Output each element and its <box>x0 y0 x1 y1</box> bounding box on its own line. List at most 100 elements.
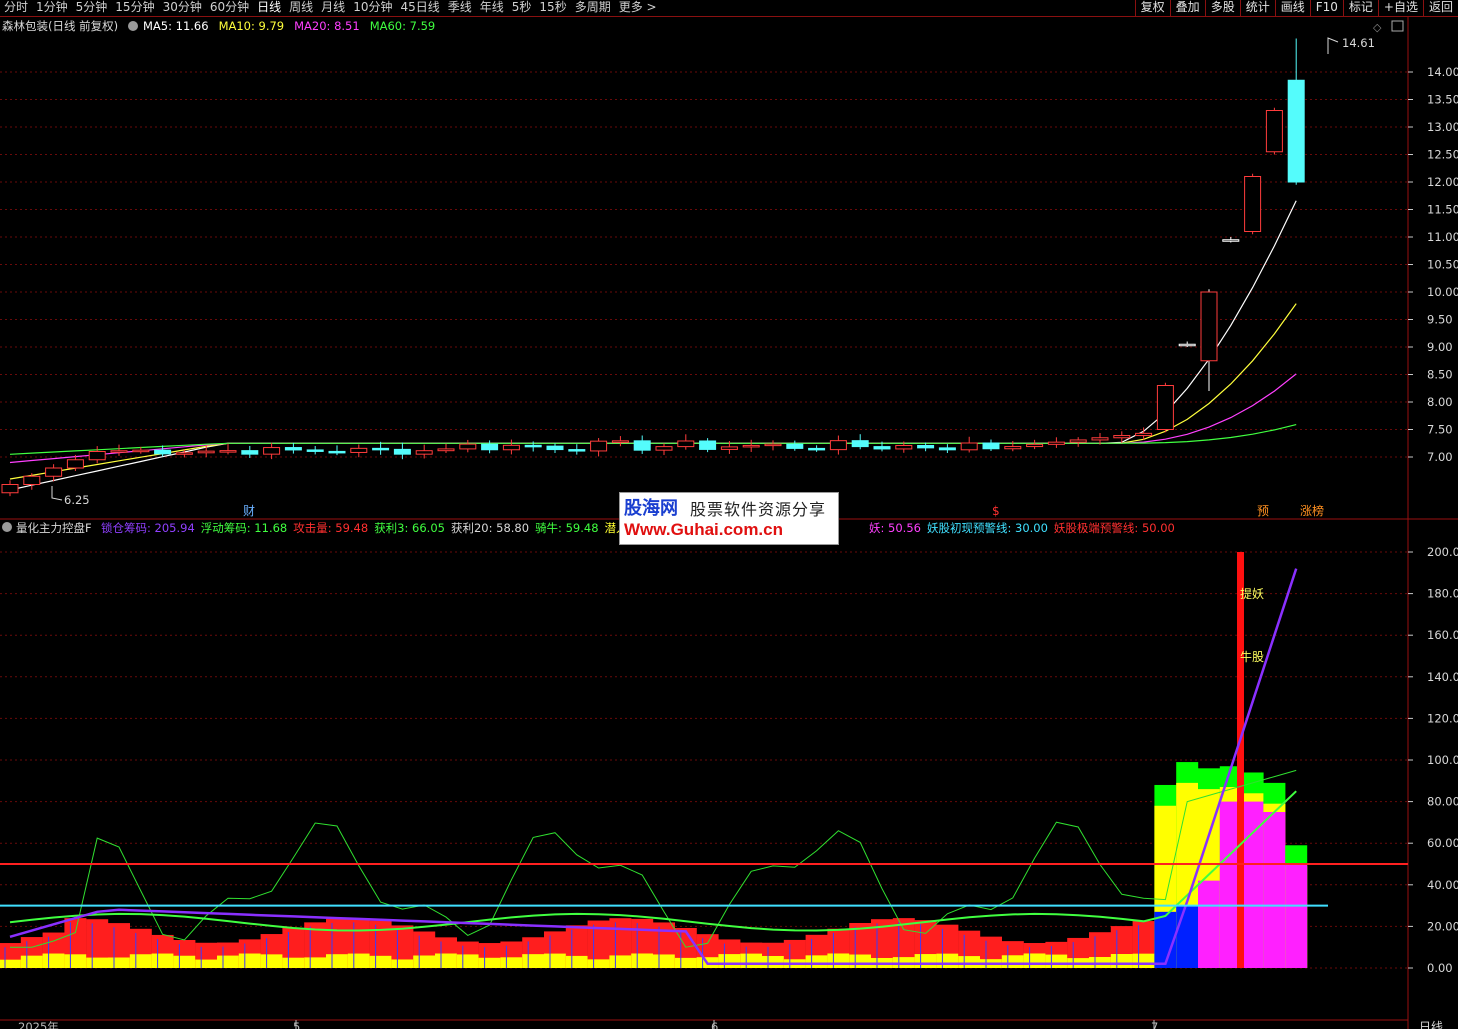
candle-body[interactable] <box>1004 446 1022 450</box>
float-volume-bar <box>849 954 872 968</box>
indicator-tick-label: 160.0 <box>1427 628 1458 642</box>
candle-body[interactable] <box>284 447 302 451</box>
candle-body[interactable] <box>154 449 172 455</box>
float-volume-bar <box>1045 954 1068 968</box>
candle-body[interactable] <box>808 447 826 451</box>
candle-body[interactable] <box>742 444 760 448</box>
period-corner-label: 日线 <box>1419 1020 1443 1029</box>
indicator-legend-item-9: 妖股极端预警线: 50.00 <box>1054 521 1175 535</box>
chart-menu-icon[interactable] <box>128 21 138 31</box>
main-chart-corner-icons: ◇ <box>1373 20 1404 34</box>
candle-body[interactable] <box>1047 441 1065 445</box>
date-label-may: 5 <box>293 1020 300 1029</box>
candle-body[interactable] <box>568 449 586 452</box>
float-volume-bar <box>413 955 436 968</box>
candle-body[interactable] <box>45 467 63 477</box>
candle-body[interactable] <box>350 447 368 453</box>
float-volume-bar <box>936 953 959 968</box>
candle-body[interactable] <box>1135 432 1153 437</box>
candle-body[interactable] <box>873 446 891 450</box>
float-volume-bar <box>587 959 610 968</box>
candle-body[interactable] <box>938 447 956 451</box>
float-volume-bar <box>1132 953 1155 968</box>
candle-body[interactable] <box>1287 79 1305 183</box>
candle-body[interactable] <box>524 444 542 448</box>
price-tick-label: 11.00 <box>1427 230 1458 244</box>
window-toggle-icon[interactable] <box>1391 20 1404 32</box>
candle-body[interactable] <box>1156 385 1174 430</box>
candle-body[interactable] <box>677 440 695 448</box>
candle-body[interactable] <box>1178 343 1196 347</box>
candle-body[interactable] <box>1244 176 1262 232</box>
candle-body[interactable] <box>1091 437 1109 441</box>
indicator-tick-label: 0.00 <box>1427 961 1453 975</box>
float-volume-bar <box>217 955 239 968</box>
price-tick-label: 13.00 <box>1427 120 1458 134</box>
candle-body[interactable] <box>611 440 629 443</box>
candle-body[interactable] <box>895 444 913 450</box>
candle-body[interactable] <box>437 448 455 452</box>
diamond-icon[interactable]: ◇ <box>1373 21 1382 34</box>
ma-legend-item-1: MA10: 9.79 <box>219 19 285 33</box>
candle-body[interactable] <box>459 443 477 450</box>
candle-body[interactable] <box>1026 443 1044 448</box>
candle-body[interactable] <box>655 446 673 451</box>
candle-body[interactable] <box>590 440 608 452</box>
candle-body[interactable] <box>241 450 259 455</box>
candle-body[interactable] <box>786 443 804 449</box>
float-volume-bar <box>20 955 43 968</box>
float-volume-bar <box>805 955 828 968</box>
candle-body[interactable] <box>982 442 1000 450</box>
marker-finance[interactable]: 财 <box>243 504 255 518</box>
candle-body[interactable] <box>720 446 738 450</box>
candle-body[interactable] <box>372 447 390 451</box>
candle-body[interactable] <box>328 450 346 454</box>
candle-body[interactable] <box>197 450 215 454</box>
candle-body[interactable] <box>546 445 564 451</box>
candle-body[interactable] <box>1222 239 1240 242</box>
candlesticks <box>1 38 1305 497</box>
float-volume-bar <box>1001 955 1024 968</box>
candle-body[interactable] <box>175 452 193 455</box>
indicator-menu-icon[interactable] <box>2 522 12 532</box>
candle-body[interactable] <box>1 484 19 494</box>
candle-body[interactable] <box>393 448 411 455</box>
marker-limit-up[interactable]: 涨榜 <box>1300 503 1324 518</box>
float-volume-bar <box>1023 953 1046 968</box>
candle-body[interactable] <box>23 475 41 485</box>
candle-body[interactable] <box>1113 435 1131 439</box>
float-volume-bar <box>369 955 392 968</box>
main-chart-header: 森林包装(日线 前复权) MA5: 11.66 MA10: 9.79 MA20: 8… <box>2 19 435 33</box>
marker-forecast[interactable]: 预 <box>1257 504 1269 518</box>
candle-body[interactable] <box>132 449 150 453</box>
candle-body[interactable] <box>1265 110 1283 153</box>
candle-body[interactable] <box>110 450 128 453</box>
marker-dollar[interactable]: $ <box>992 504 1000 518</box>
ma-legend-item-2: MA20: 8.51 <box>294 19 360 33</box>
price-tick-label: 10.00 <box>1427 285 1458 299</box>
float-volume-bar <box>522 954 545 968</box>
candle-body[interactable] <box>219 450 237 453</box>
candle-body[interactable] <box>502 444 520 451</box>
float-volume-bar <box>1110 954 1133 968</box>
candle-body[interactable] <box>306 449 324 452</box>
candle-body[interactable] <box>1069 439 1087 443</box>
candle-body[interactable] <box>66 459 84 469</box>
lock-chip-line <box>9 568 1298 966</box>
candle-body[interactable] <box>481 443 499 451</box>
float-volume-bar <box>435 953 457 968</box>
float-volume-bar <box>456 954 479 968</box>
candle-body[interactable] <box>263 447 281 455</box>
candle-body[interactable] <box>699 440 717 450</box>
candle-body[interactable] <box>415 450 433 455</box>
candle-body[interactable] <box>851 440 869 448</box>
candle-body[interactable] <box>1200 291 1218 362</box>
candle-body[interactable] <box>960 442 978 451</box>
candle-body[interactable] <box>633 440 651 451</box>
candle-body[interactable] <box>917 444 935 449</box>
ma-legend-item-3: MA60: 7.59 <box>370 19 436 33</box>
surge-magenta-bar <box>1263 812 1286 968</box>
candle-body[interactable] <box>829 440 847 451</box>
candle-body[interactable] <box>88 451 106 461</box>
candle-body[interactable] <box>764 443 782 447</box>
